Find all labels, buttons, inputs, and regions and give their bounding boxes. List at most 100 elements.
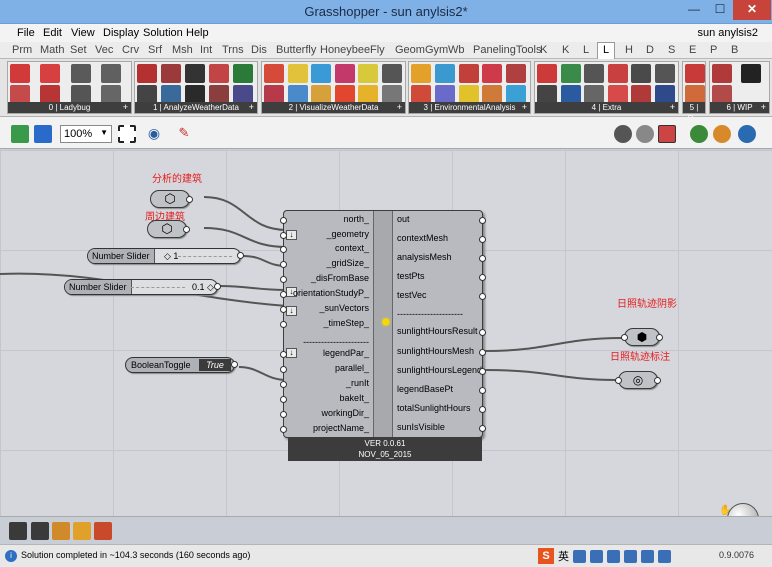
radar-icon[interactable] — [334, 64, 355, 83]
punctuation-icon[interactable] — [590, 549, 603, 563]
palette-icon[interactable] — [607, 64, 628, 83]
color-mode-icon[interactable] — [713, 125, 731, 143]
tab-k2[interactable]: K — [562, 43, 569, 58]
tab-vec[interactable]: Vec — [95, 43, 113, 58]
output-total-sunlight-hours[interactable]: totalSunlightHours — [397, 399, 471, 418]
mesh-preview-param[interactable]: ⬢ — [621, 328, 663, 346]
radiation-icon[interactable] — [434, 64, 455, 83]
slider-value[interactable]: 0.1 ◇ — [192, 280, 214, 294]
menu-display[interactable]: Display — [103, 27, 139, 39]
tab-s[interactable]: S — [668, 43, 675, 58]
tab-honeybee[interactable]: Honeybee — [320, 43, 370, 58]
tab-butterfly[interactable]: Butterfly — [276, 43, 316, 58]
sunlight-icon[interactable] — [411, 64, 431, 83]
menu-view[interactable]: View — [71, 27, 95, 39]
ime-language[interactable]: 英 — [558, 548, 569, 564]
mic-icon[interactable] — [607, 549, 620, 563]
canvas[interactable]: 分析的建筑 周边建筑 日照轨迹阴影 日照轨迹标注 ⬡ ⬡ Number Slid… — [0, 150, 772, 516]
number-slider-distance[interactable]: Number Slider 0.1 ◇ — [64, 279, 221, 295]
output-sunlight-hours-legend[interactable]: sunlightHoursLegend — [397, 361, 482, 380]
download-icon[interactable] — [9, 522, 27, 540]
envelope-icon[interactable] — [506, 64, 527, 83]
coin-icon[interactable] — [73, 522, 91, 540]
tab-trns[interactable]: Trns — [222, 43, 244, 58]
wrench-icon[interactable] — [658, 549, 671, 563]
tab-h[interactable]: H — [625, 43, 633, 58]
toggle-value[interactable]: True — [199, 359, 231, 371]
minimize-button[interactable]: — — [681, 0, 707, 20]
tab-d[interactable]: D — [646, 43, 654, 58]
tab-l1[interactable]: L — [583, 43, 589, 58]
legend-preview-param[interactable]: ◎ — [615, 371, 661, 389]
number-slider-grid[interactable]: Number Slider ◇ 1 — [87, 248, 244, 264]
ny-icon[interactable] — [100, 64, 121, 83]
gradient-icon[interactable] — [537, 64, 557, 83]
keyboard-icon[interactable] — [624, 549, 637, 563]
tab-crv[interactable]: Crv — [122, 43, 139, 58]
sogou-icon[interactable]: S — [538, 548, 554, 564]
sketch-icon[interactable]: ✎ — [175, 125, 193, 143]
tab-int[interactable]: Int — [200, 43, 212, 58]
location-icon[interactable] — [40, 64, 61, 83]
shaded-preview-icon[interactable] — [658, 125, 676, 143]
save-icon[interactable] — [34, 125, 52, 143]
comfort-icon[interactable] — [209, 64, 229, 83]
wireframe-icon[interactable] — [636, 125, 654, 143]
output-context-mesh[interactable]: contextMesh — [397, 229, 448, 248]
tab-panelingtools[interactable]: PanelingTools — [473, 43, 542, 58]
render-mode-icon[interactable] — [738, 125, 756, 143]
output-test-vec[interactable]: testVec — [397, 286, 427, 305]
globe-icon[interactable] — [311, 64, 331, 83]
zoom-select[interactable]: 100% ▼ — [60, 125, 112, 143]
tab-b[interactable]: B — [731, 43, 738, 58]
output-legend-base-pt[interactable]: legendBasePt — [397, 380, 453, 399]
open-icon[interactable] — [11, 125, 29, 143]
tab-set[interactable]: Set — [70, 43, 87, 58]
menu-help[interactable]: Help — [186, 27, 209, 39]
menu-solution[interactable]: Solution — [143, 27, 183, 39]
wind-icon[interactable] — [233, 64, 253, 83]
output-sunlight-hours-mesh[interactable]: sunlightHoursMesh — [397, 342, 474, 361]
tab-dis[interactable]: Dis — [251, 43, 267, 58]
output-sunlight-hours-result[interactable]: sunlightHoursResult — [397, 322, 478, 341]
shirt-icon[interactable] — [641, 549, 654, 563]
grid-icon[interactable] — [654, 64, 675, 83]
chart-bar-icon[interactable] — [264, 64, 284, 83]
tab-ladybug[interactable]: L — [597, 42, 616, 59]
ladybug-icon[interactable] — [10, 64, 30, 83]
compass-icon[interactable] — [381, 64, 402, 83]
input-project-name[interactable]: projectName_ — [313, 419, 369, 438]
slider-value[interactable]: ◇ 1 — [164, 249, 178, 263]
table-icon[interactable] — [712, 64, 732, 83]
tab-wb[interactable]: Wb — [448, 43, 465, 58]
zoom-extents-icon[interactable] — [118, 125, 136, 143]
hoy-icon[interactable] — [137, 64, 157, 83]
binary-010-icon[interactable] — [185, 64, 205, 83]
tab-geomgym[interactable]: GeomGym — [395, 43, 448, 58]
output-analysis-mesh[interactable]: analysisMesh — [397, 248, 452, 267]
cluster-icon[interactable] — [94, 522, 112, 540]
input-time-step[interactable]: _timeStep_ — [323, 314, 369, 333]
tab-msh[interactable]: Msh — [172, 43, 193, 58]
maximize-button[interactable]: ☐ — [707, 0, 733, 20]
menu-edit[interactable]: Edit — [43, 27, 62, 39]
ip-icon[interactable] — [584, 64, 604, 83]
preview-eye-icon[interactable]: ◉ — [145, 125, 163, 143]
context-geometry-param[interactable]: ⬡ — [147, 220, 190, 238]
warning-icon[interactable] — [52, 522, 70, 540]
tab-prm[interactable]: Prm — [12, 43, 32, 58]
close-button[interactable]: ✕ — [733, 0, 771, 20]
tab-e[interactable]: E — [689, 43, 696, 58]
star-icon[interactable] — [482, 64, 503, 83]
preview-mode-icon[interactable] — [614, 125, 632, 143]
tab-fly[interactable]: Fly — [370, 43, 385, 58]
geometry-param[interactable]: ⬡ — [150, 190, 193, 208]
boolean-toggle[interactable]: BooleanToggle True — [125, 357, 238, 373]
tab-k1[interactable]: K — [540, 43, 547, 58]
sun-path-icon[interactable] — [287, 64, 308, 83]
menu-file[interactable]: File — [17, 27, 35, 39]
display-mode-icon[interactable] — [690, 125, 708, 143]
recycle-icon[interactable] — [560, 64, 581, 83]
eye-icon[interactable] — [458, 64, 479, 83]
pen-icon[interactable] — [31, 522, 49, 540]
